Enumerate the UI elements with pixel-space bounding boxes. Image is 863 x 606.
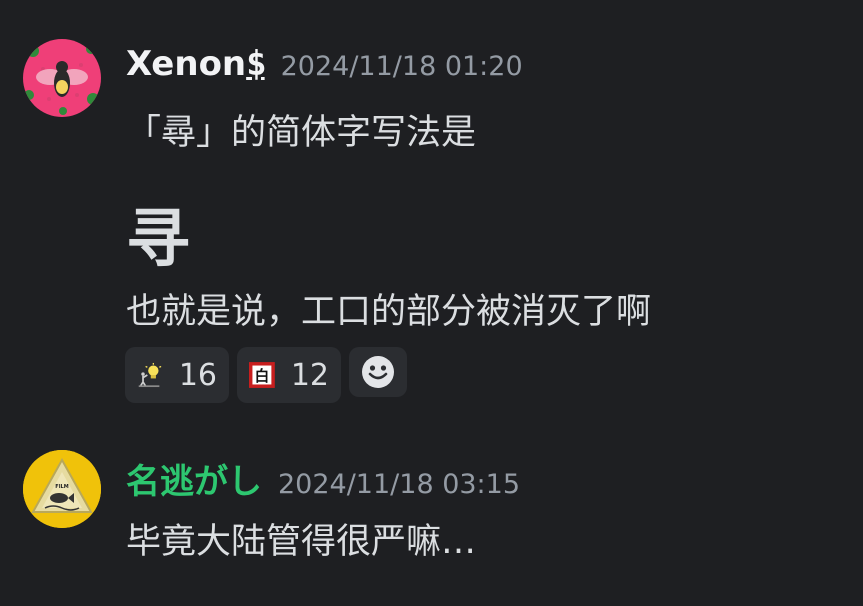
username[interactable]: 名逃がし: [126, 454, 262, 503]
smiley-icon: [362, 356, 394, 388]
message-big-character: 寻: [126, 203, 190, 277]
reaction-count: 16: [178, 357, 217, 393]
reactions-bar: 16 白 12: [125, 347, 407, 403]
lightbulb-person-icon: [138, 362, 162, 388]
reaction-white-character[interactable]: 白 12: [237, 347, 341, 403]
bug-avatar-icon: [23, 39, 101, 117]
avatar-xenon[interactable]: [23, 39, 101, 117]
username-suffix: $: [246, 44, 267, 84]
username[interactable]: Xenon$: [126, 44, 267, 84]
message-header: Xenon$ 2024/11/18 01:20: [126, 44, 523, 84]
message-text-line1: 「尋」的简体字写法是: [126, 113, 477, 153]
film-triangle-avatar-icon: FILM: [23, 450, 101, 528]
svg-text:FILM: FILM: [55, 484, 68, 490]
reaction-lightbulb[interactable]: 16: [125, 347, 229, 403]
white-character-sign-icon: 白: [249, 362, 275, 388]
timestamp[interactable]: 2024/11/18 01:20: [281, 51, 523, 82]
reaction-count: 12: [290, 357, 329, 393]
message-text-line1: 毕竟大陆管得很严嘛…: [126, 522, 477, 562]
avatar-minitogashi[interactable]: FILM: [23, 450, 101, 528]
message-xenon: Xenon$ 2024/11/18 01:20 「尋」的简体字写法是 寻 也就是…: [0, 0, 863, 420]
add-reaction-button[interactable]: [349, 347, 407, 397]
message-header: 名逃がし 2024/11/18 03:15: [126, 454, 520, 503]
svg-text:白: 白: [255, 367, 270, 385]
message-minitogashi: FILM 名逃がし 2024/11/18 03:15 毕竟大陆管得很严嘛…: [0, 420, 863, 606]
message-text-line2: 也就是说，工口的部分被消灭了啊: [126, 292, 652, 332]
timestamp[interactable]: 2024/11/18 03:15: [278, 469, 520, 500]
